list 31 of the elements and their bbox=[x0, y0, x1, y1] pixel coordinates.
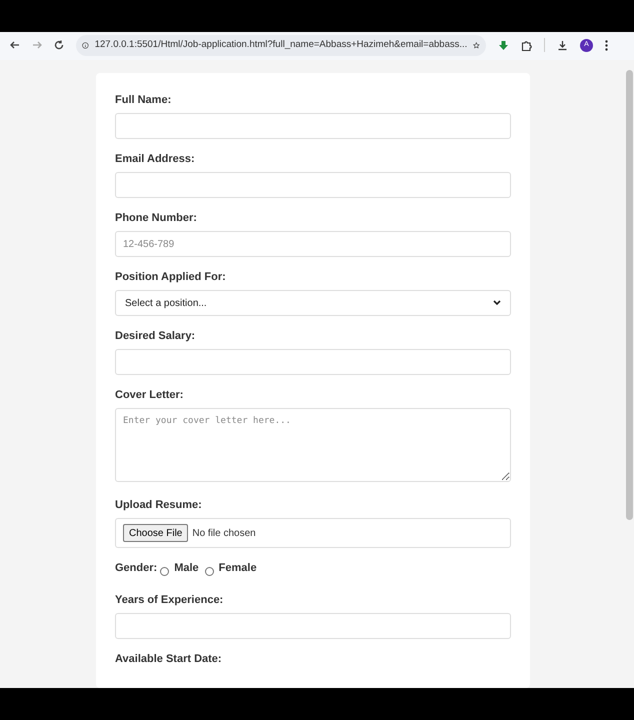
field-label: Years of Experience: bbox=[115, 592, 224, 606]
reload-icon[interactable] bbox=[54, 40, 64, 50]
radio-button[interactable] bbox=[204, 566, 214, 576]
info-icon bbox=[82, 40, 89, 50]
radio-label: Male bbox=[174, 561, 199, 576]
radio-button[interactable] bbox=[160, 566, 170, 576]
chevron-down-icon bbox=[493, 300, 501, 306]
text-input[interactable]: 12-456-789 bbox=[115, 231, 511, 257]
field-label: Upload Resume: bbox=[115, 498, 203, 512]
field-label: Position Applied For: bbox=[115, 270, 227, 284]
field-label: Gender: bbox=[115, 561, 158, 576]
field-label: Phone Number: bbox=[115, 211, 198, 225]
menu-dots-icon[interactable] bbox=[605, 40, 608, 50]
puzzle-icon[interactable] bbox=[521, 40, 532, 50]
file-status: No file chosen bbox=[192, 526, 256, 540]
download-arrow-icon[interactable] bbox=[498, 40, 509, 50]
field-label: Full Name: bbox=[115, 93, 172, 107]
cover-letter-textarea[interactable]: Enter your cover letter here... bbox=[115, 408, 511, 482]
position-dropdown[interactable]: Select a position... bbox=[115, 290, 511, 316]
field-label: Cover Letter: bbox=[115, 388, 184, 402]
choose-file-button[interactable]: Choose File bbox=[123, 524, 188, 542]
download-icon[interactable] bbox=[557, 40, 568, 50]
back-arrow-icon[interactable] bbox=[10, 40, 20, 50]
radio-label: Female bbox=[218, 561, 257, 576]
field-label: Desired Salary: bbox=[115, 329, 196, 343]
field-label: Email Address: bbox=[115, 152, 196, 166]
file-upload-field[interactable]: Choose File No file chosen bbox=[115, 518, 511, 548]
url-text: 127.0.0.1:5501/Html/Job-application.html?full_name=Abbass+Hazimeh&email=abbass... bbox=[94, 38, 468, 52]
field-label: Available Start Date: bbox=[115, 652, 223, 666]
address-bar[interactable]: 127.0.0.1:5501/Html/Job-application.html?full_name=Abbass+Hazimeh&email=abbass... bbox=[76, 34, 486, 56]
star-icon[interactable] bbox=[473, 40, 480, 50]
